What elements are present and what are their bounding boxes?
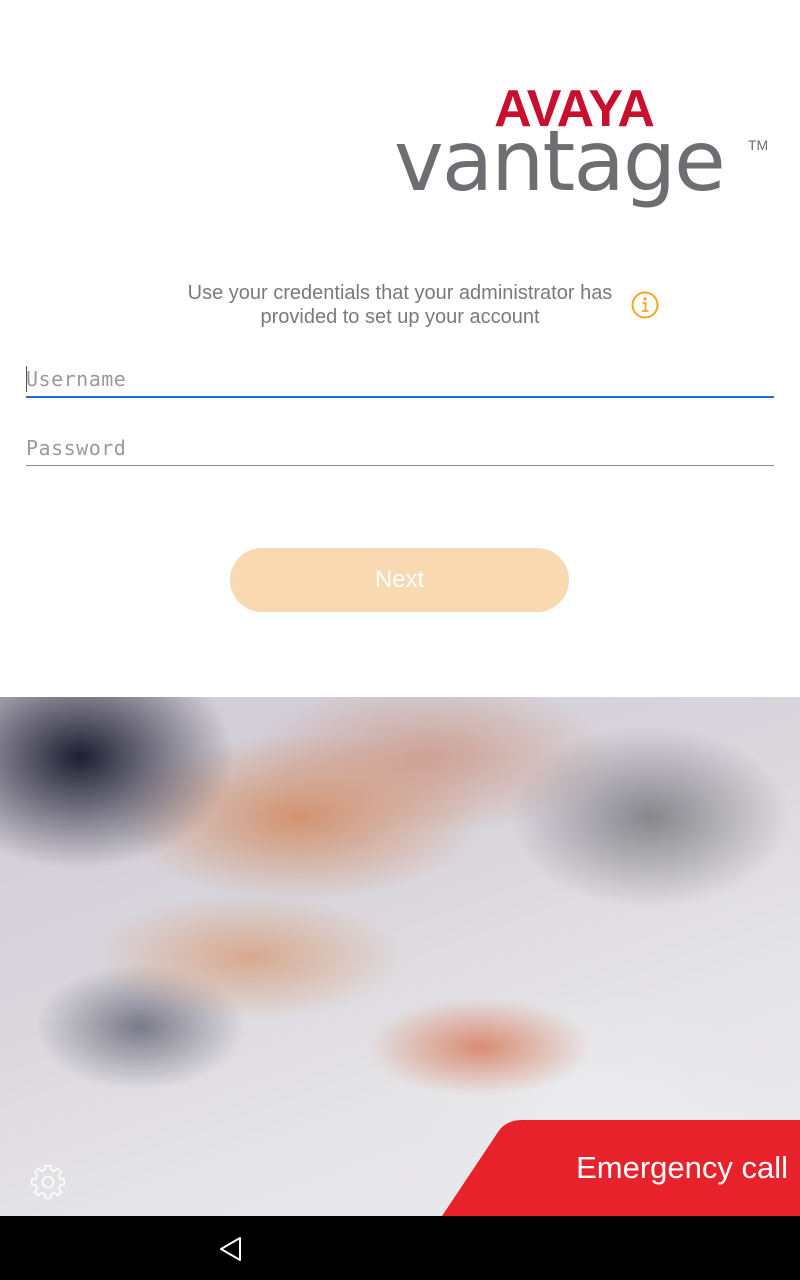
username-field[interactable] <box>26 362 774 398</box>
system-navigation-bar <box>0 1216 800 1280</box>
logo-trademark: TM <box>748 137 768 153</box>
avaya-vantage-logo: AVAYA vantage TM <box>392 76 772 216</box>
instructions-line-1: Use your credentials that your administr… <box>187 282 613 304</box>
back-triangle-icon[interactable] <box>216 1234 246 1264</box>
setup-instructions: Use your credentials that your administr… <box>150 281 650 329</box>
username-input[interactable] <box>26 362 774 396</box>
logo-product-text: vantage <box>394 112 724 210</box>
instructions-line-2: provided to set up your account <box>260 306 540 328</box>
emergency-call-label: Emergency call <box>576 1150 788 1185</box>
password-field[interactable] <box>26 430 774 466</box>
text-caret <box>26 366 27 392</box>
gear-icon[interactable] <box>30 1164 66 1200</box>
password-input[interactable] <box>26 430 774 465</box>
next-button[interactable]: Next <box>230 548 569 612</box>
info-icon[interactable] <box>630 290 660 320</box>
emergency-call-button[interactable]: Emergency call <box>442 1120 800 1216</box>
